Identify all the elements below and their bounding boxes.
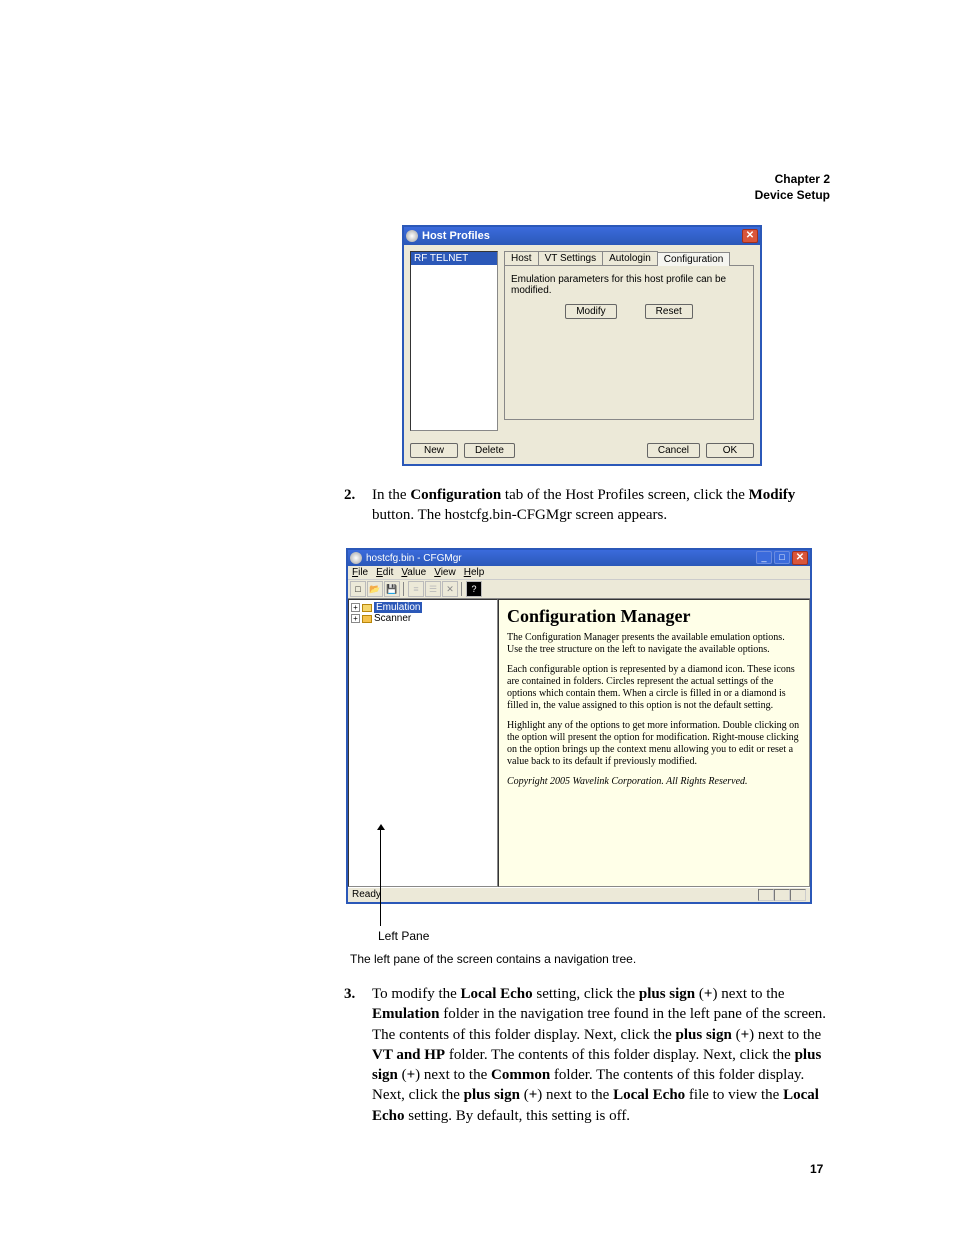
folder-icon [362, 604, 372, 612]
page-number: 17 [810, 1162, 823, 1176]
content-paragraph: Highlight any of the options to get more… [507, 720, 801, 768]
open-icon[interactable]: 📂 [367, 581, 383, 597]
content-paragraph: The Configuration Manager presents the a… [507, 632, 801, 656]
step-3: 3. To modify the Local Echo setting, cli… [344, 984, 834, 1126]
config-message: Emulation parameters for this host profi… [511, 274, 747, 296]
content-pane: Configuration Manager The Configuration … [498, 599, 810, 887]
status-cell [774, 889, 790, 901]
step-text: In the Configuration tab of the Host Pro… [372, 485, 830, 526]
host-profile-list[interactable]: RF TELNET [410, 251, 498, 431]
reset-button[interactable]: Reset [645, 304, 693, 319]
menu-file[interactable]: File [352, 567, 368, 578]
host-profiles-titlebar[interactable]: Host Profiles ✕ [404, 227, 760, 245]
app-icon [406, 230, 418, 242]
minimize-icon[interactable]: _ [756, 551, 772, 564]
menu-help[interactable]: Help [464, 567, 485, 578]
chapter-label: Chapter 2 [140, 172, 830, 188]
content-paragraph: Each configurable option is represented … [507, 664, 801, 712]
tool-icon[interactable]: ≡ [408, 581, 424, 597]
close-icon[interactable]: ✕ [792, 551, 808, 565]
tab-content: Emulation parameters for this host profi… [504, 265, 754, 420]
tab-vt-settings[interactable]: VT Settings [538, 251, 604, 265]
ok-button[interactable]: OK [706, 443, 754, 458]
delete-button[interactable]: Delete [464, 443, 515, 458]
navigation-tree[interactable]: + Emulation + Scanner [348, 599, 498, 887]
copyright-text: Copyright 2005 Wavelink Corporation. All… [507, 776, 801, 788]
new-button[interactable]: New [410, 443, 458, 458]
menu-value[interactable]: Value [401, 567, 426, 578]
toolbar: □ 📂 💾 ≡ ☰ ✕ ? [348, 579, 810, 599]
step-number: 3. [344, 984, 358, 1126]
step-text: To modify the Local Echo setting, click … [372, 984, 834, 1126]
status-text: Ready [352, 889, 381, 901]
tool-icon[interactable]: ☰ [425, 581, 441, 597]
callout-arrow [380, 830, 381, 926]
close-icon[interactable]: ✕ [742, 229, 758, 243]
help-icon[interactable]: ? [466, 581, 482, 597]
app-icon [350, 552, 362, 564]
maximize-icon[interactable]: □ [774, 551, 790, 564]
cfgmgr-title: hostcfg.bin - CFGMgr [366, 553, 462, 564]
menu-bar: File Edit Value View Help [348, 566, 810, 579]
tab-autologin[interactable]: Autologin [602, 251, 658, 265]
expand-icon[interactable]: + [351, 614, 360, 623]
tree-item-scanner[interactable]: + Scanner [351, 613, 495, 624]
step-2: 2. In the Configuration tab of the Host … [344, 485, 830, 526]
modify-button[interactable]: Modify [565, 304, 616, 319]
figure-caption: The left pane of the screen contains a n… [350, 952, 636, 966]
tree-item-emulation[interactable]: + Emulation [351, 602, 495, 613]
step-number: 2. [344, 485, 358, 526]
content-title: Configuration Manager [507, 606, 801, 628]
status-cell [790, 889, 806, 901]
status-bar: Ready [348, 887, 810, 902]
tab-host[interactable]: Host [504, 251, 539, 265]
new-file-icon[interactable]: □ [350, 581, 366, 597]
host-profiles-title: Host Profiles [422, 230, 490, 242]
cancel-button[interactable]: Cancel [647, 443, 700, 458]
host-profiles-window: Host Profiles ✕ RF TELNET Host VT Settin… [402, 225, 762, 466]
folder-icon [362, 615, 372, 623]
menu-view[interactable]: View [434, 567, 456, 578]
chapter-title: Device Setup [140, 188, 830, 204]
host-profile-list-item[interactable]: RF TELNET [411, 252, 497, 265]
status-cell [758, 889, 774, 901]
cfgmgr-window: hostcfg.bin - CFGMgr _ □ ✕ File Edit Val… [346, 548, 812, 904]
save-icon[interactable]: 💾 [384, 581, 400, 597]
expand-icon[interactable]: + [351, 603, 360, 612]
delete-icon[interactable]: ✕ [442, 581, 458, 597]
menu-edit[interactable]: Edit [376, 567, 393, 578]
callout-label: Left Pane [378, 929, 429, 943]
tab-configuration[interactable]: Configuration [657, 252, 730, 266]
cfgmgr-titlebar[interactable]: hostcfg.bin - CFGMgr _ □ ✕ [348, 550, 810, 566]
